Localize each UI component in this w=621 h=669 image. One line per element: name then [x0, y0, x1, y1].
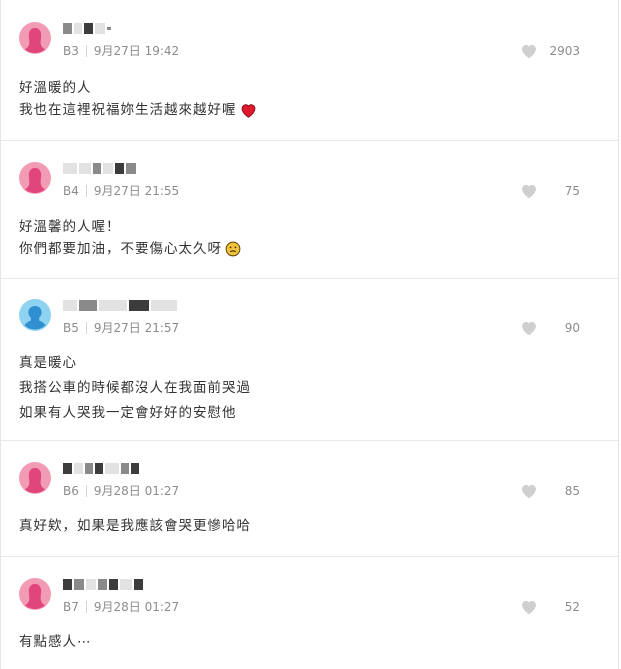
comment-line-with-emoji: 你們都要加油，不要傷心太久呀: [19, 238, 618, 260]
meta-divider: [85, 321, 87, 334]
heart-icon: [522, 484, 536, 499]
comment-line: 有點感人⋯: [19, 634, 92, 650]
comment-meta: B6 9月28日 01:27: [63, 482, 179, 499]
like-count: 75: [564, 184, 580, 198]
comment-meta: B7 9月28日 01:27: [63, 598, 179, 615]
floor-label: B7: [63, 599, 79, 614]
comment-meta: B3 9月27日 19:42: [63, 42, 179, 59]
heart-icon: [522, 44, 536, 59]
like-button[interactable]: 90: [520, 320, 580, 336]
comment-line: 你們都要加油，不要傷心太久呀: [19, 241, 222, 257]
comment-b3: B3 9月27日 19:42 2903 好溫暖的人 我也在這裡祝福妳生活越來越好…: [1, 0, 618, 141]
timestamp: 9月28日 01:27: [93, 484, 180, 498]
like-count: 2903: [549, 44, 580, 58]
username-redacted: [63, 21, 111, 35]
comment-meta: B4 9月27日 21:55: [63, 182, 179, 199]
comment-line: 如果有人哭我一定會好好的安慰他: [19, 405, 237, 421]
avatar[interactable]: [19, 162, 51, 194]
comment-b6: B6 9月28日 01:27 85 真好欸，如果是我應該會哭更慘哈哈: [1, 441, 618, 557]
comment-body: 好溫馨的人喔！ 你們都要加油，不要傷心太久呀: [19, 216, 618, 260]
like-button[interactable]: 52: [520, 599, 580, 615]
timestamp: 9月27日 19:42: [93, 44, 180, 58]
floor-label: B3: [63, 43, 79, 58]
avatar[interactable]: [19, 462, 51, 494]
timestamp: 9月27日 21:55: [93, 184, 180, 198]
comment-body: 好溫暖的人 我也在這裡祝福妳生活越來越好喔: [19, 77, 618, 121]
comment-line: 好溫馨的人喔！: [19, 219, 121, 235]
timestamp: 9月27日 21:57: [93, 321, 180, 335]
comment-line: 真好欸，如果是我應該會哭更慘哈哈: [19, 518, 251, 534]
avatar[interactable]: [19, 22, 51, 54]
meta-divider: [85, 44, 87, 57]
like-count: 85: [564, 484, 580, 498]
meta-divider: [85, 484, 87, 497]
comment-line: 真是暖心: [19, 355, 77, 371]
worried-face-emoji-icon: [225, 241, 241, 257]
like-button[interactable]: 2903: [520, 43, 580, 59]
user-silhouette-icon: [25, 28, 45, 53]
like-button[interactable]: 75: [520, 183, 580, 199]
avatar[interactable]: [19, 578, 51, 610]
meta-divider: [85, 184, 87, 197]
username-redacted: [63, 461, 139, 475]
comment-meta: B5 9月27日 21:57: [63, 319, 179, 336]
comment-b4: B4 9月27日 21:55 75 好溫馨的人喔！ 你們都要加油，不要傷心太久呀: [1, 141, 618, 279]
floor-label: B6: [63, 483, 79, 498]
comment-line-with-emoji: 我也在這裡祝福妳生活越來越好喔: [19, 99, 618, 121]
floor-label: B5: [63, 320, 79, 335]
heart-icon: [522, 600, 536, 615]
comment-line: 我也在這裡祝福妳生活越來越好喔: [19, 102, 237, 118]
comment-line: 我搭公車的時候都沒人在我面前哭過: [19, 380, 251, 396]
timestamp: 9月28日 01:27: [93, 600, 180, 614]
comment-b5: B5 9月27日 21:57 90 真是暖心 我搭公車的時候都沒人在我面前哭過 …: [1, 279, 618, 441]
comment-body: 有點感人⋯: [19, 631, 618, 653]
user-silhouette-icon: [24, 306, 46, 330]
like-count: 90: [564, 321, 580, 335]
floor-label: B4: [63, 183, 79, 198]
heart-icon: [522, 184, 536, 199]
username-redacted: [63, 577, 143, 591]
avatar[interactable]: [19, 299, 51, 331]
user-silhouette-icon: [25, 468, 45, 493]
heart-emoji-icon: [241, 103, 255, 118]
username-redacted: [63, 161, 136, 175]
comment-line: 好溫暖的人: [19, 80, 92, 96]
comment-list: B3 9月27日 19:42 2903 好溫暖的人 我也在這裡祝福妳生活越來越好…: [0, 0, 619, 669]
comment-body: 真是暖心 我搭公車的時候都沒人在我面前哭過 如果有人哭我一定會好好的安慰他: [19, 351, 618, 426]
comment-b7: B7 9月28日 01:27 52 有點感人⋯: [1, 557, 618, 669]
like-button[interactable]: 85: [520, 483, 580, 499]
user-silhouette-icon: [25, 168, 45, 193]
like-count: 52: [564, 600, 580, 614]
meta-divider: [85, 600, 87, 613]
comment-body: 真好欸，如果是我應該會哭更慘哈哈: [19, 515, 618, 537]
username-redacted: [63, 298, 177, 312]
heart-icon: [522, 321, 536, 336]
user-silhouette-icon: [25, 584, 45, 609]
